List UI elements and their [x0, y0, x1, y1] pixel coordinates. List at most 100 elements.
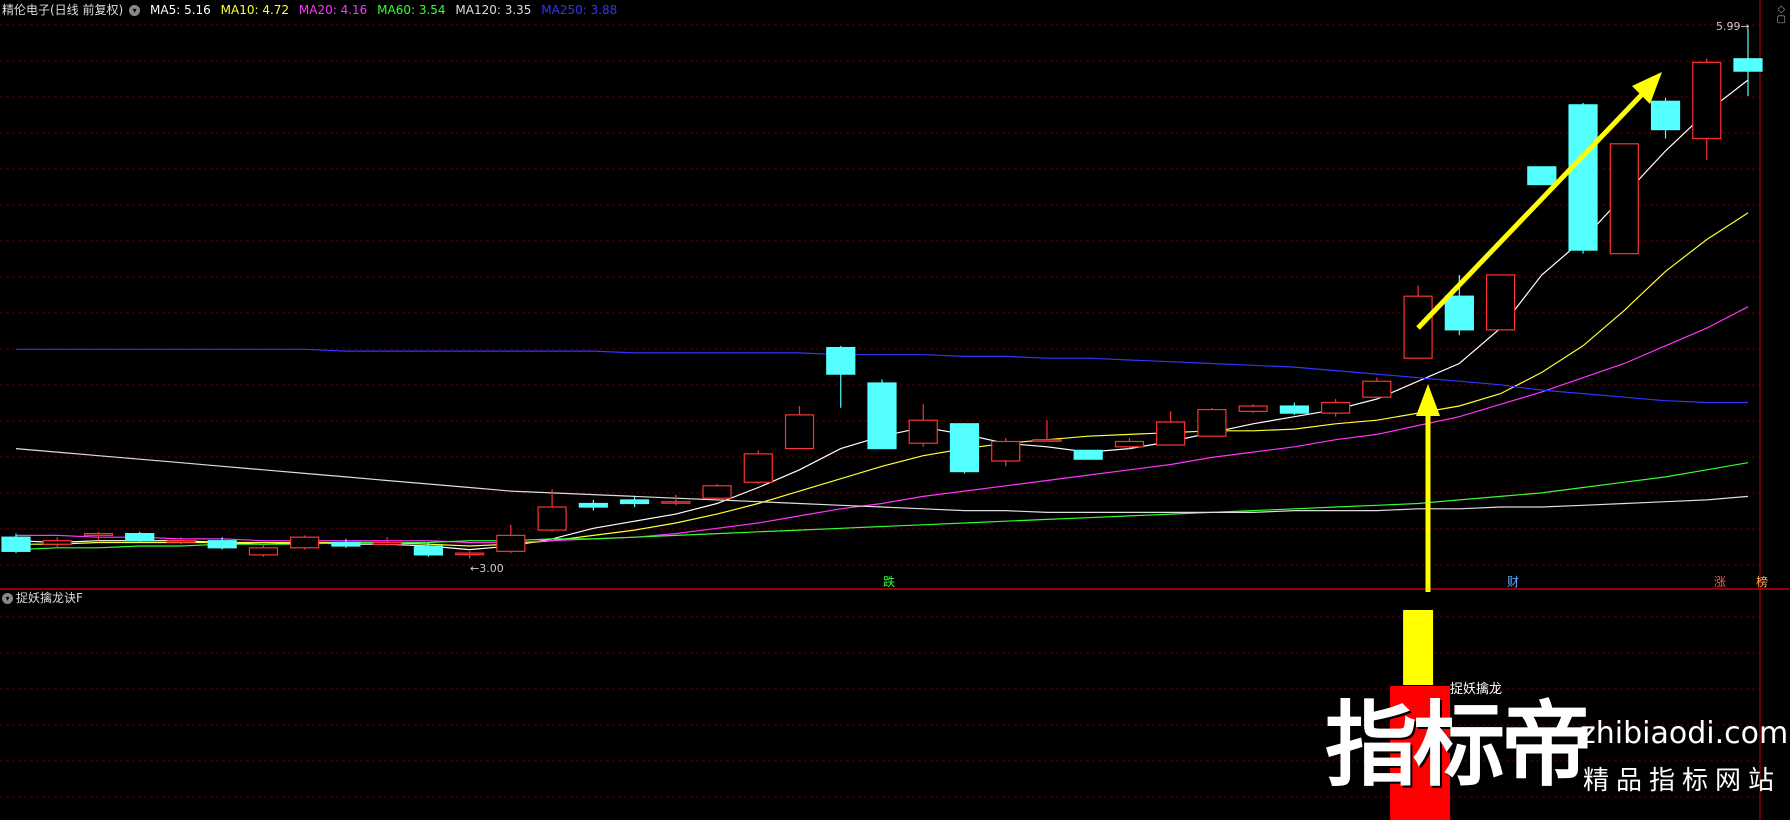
ma60-label: MA60: 3.54	[377, 3, 446, 17]
marker-2: 涨	[1714, 574, 1726, 589]
candle	[372, 537, 402, 547]
candle	[826, 345, 856, 408]
candle	[1527, 166, 1557, 186]
candle	[1568, 103, 1598, 254]
candle-body	[1527, 166, 1557, 186]
square-icon[interactable]: ▢	[1777, 15, 1786, 25]
event-markers: 跌财涨榜	[883, 574, 1768, 589]
candle	[702, 484, 732, 500]
candle-body	[826, 346, 856, 375]
ma10-label: MA10: 4.72	[220, 3, 290, 17]
sub-indicator-title: 捉妖擒龙诀F	[16, 591, 83, 605]
watermark-url: zhibiaodi.com	[1580, 716, 1789, 751]
high-price-label: 5.99→	[1716, 20, 1750, 33]
candle-body	[331, 541, 361, 547]
candle-body	[1156, 421, 1186, 446]
candle	[1692, 58, 1722, 160]
candle-body	[1073, 449, 1103, 460]
candle	[1238, 404, 1268, 414]
candle-body	[743, 453, 773, 483]
candle	[1073, 449, 1103, 460]
candle	[1403, 285, 1433, 359]
candle-body	[83, 533, 114, 536]
candle-body	[413, 545, 443, 556]
candle-body	[372, 541, 402, 545]
candle-body	[1692, 61, 1722, 140]
candle-body	[537, 506, 567, 531]
candle-body	[42, 540, 72, 545]
candle	[908, 404, 938, 447]
candle	[42, 537, 72, 548]
candle-body	[908, 419, 938, 444]
candle-body	[1279, 405, 1309, 414]
candle-body	[1733, 58, 1763, 72]
candle	[578, 499, 608, 511]
chart-header: 精伦电子(日线 前复权) ▾ MA5: 5.16 MA10: 4.72 MA20:…	[2, 2, 623, 18]
candle-body	[1650, 100, 1681, 131]
ma120-line	[15, 448, 1749, 514]
candle	[1733, 28, 1763, 96]
candle	[1114, 437, 1145, 449]
candle-body	[207, 540, 237, 549]
candle-body	[619, 499, 650, 505]
candle	[1279, 402, 1309, 415]
candle-body	[1362, 380, 1392, 398]
marker-1: 财	[1507, 575, 1519, 589]
candle-body	[248, 547, 279, 556]
candle	[1650, 97, 1681, 139]
candle-body	[991, 440, 1021, 462]
candle-body	[1197, 408, 1227, 437]
candle	[867, 379, 897, 450]
watermark-logo: 指标帝	[1325, 692, 1593, 799]
ma5-label: MA5: 5.16	[150, 3, 211, 17]
candle-body	[290, 536, 320, 549]
settings-toggle-icon[interactable]: ▾	[129, 5, 141, 16]
candle	[455, 551, 485, 559]
candle	[784, 406, 815, 450]
candle	[1485, 274, 1516, 331]
candle-body	[1114, 440, 1145, 448]
marker-0: 跌	[883, 574, 895, 589]
candle	[496, 524, 526, 554]
candle	[1, 533, 31, 554]
candle	[290, 535, 320, 550]
candle-body	[1, 536, 31, 552]
candle-body	[166, 540, 196, 543]
candle	[537, 489, 567, 532]
sub-indicator-header: ▾ 捉妖擒龙诀F	[2, 590, 83, 606]
candle-body	[702, 485, 732, 499]
candle-body	[1238, 405, 1268, 412]
candle-body	[1032, 439, 1062, 442]
candle-body	[1444, 295, 1474, 331]
candle-body	[1568, 104, 1598, 251]
ma10-line	[16, 212, 1749, 547]
candle	[1321, 398, 1351, 417]
sub-settings-icon[interactable]: ▾	[2, 593, 13, 604]
candle	[1197, 407, 1227, 437]
ma120-label: MA120: 3.35	[455, 3, 532, 17]
candle-body	[661, 501, 691, 504]
candle	[661, 494, 691, 506]
candlesticks	[1, 28, 1763, 559]
ma60-line	[15, 462, 1749, 551]
candle-body	[784, 414, 815, 450]
stock-title: 精伦电子(日线 前复权)	[2, 3, 124, 17]
candle-body	[1321, 401, 1351, 414]
candle	[1362, 377, 1392, 398]
trend-arrow-up-head	[1416, 384, 1440, 416]
ma20-label: MA20: 4.16	[298, 3, 368, 17]
candle-body	[455, 552, 485, 556]
candle-body	[1609, 143, 1639, 255]
low-price-label: ←3.00	[470, 562, 504, 575]
candle	[949, 423, 980, 474]
candle	[619, 496, 650, 508]
candle-body	[496, 534, 526, 552]
candle-body	[949, 423, 980, 473]
candle	[1156, 411, 1186, 446]
signal-bar-yellow	[1403, 610, 1434, 685]
marker-3: 榜	[1756, 574, 1768, 589]
window-controls[interactable]: ◇ ▢	[1777, 5, 1786, 25]
candle-body	[1485, 274, 1516, 331]
candle-body	[578, 502, 608, 508]
ma250-label: MA250: 3.88	[541, 3, 618, 17]
